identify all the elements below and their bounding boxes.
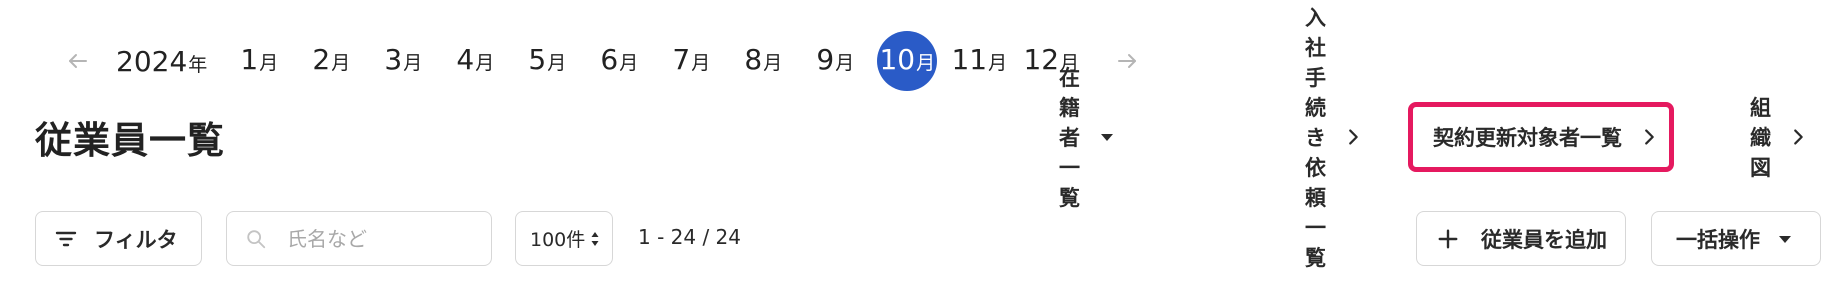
month-unit: 月 xyxy=(547,52,567,74)
month-unit: 月 xyxy=(403,52,423,74)
onboarding-requests-link[interactable]: 入社手続き依頼一覧 xyxy=(1305,6,1364,270)
month-1[interactable]: 1月 xyxy=(223,31,295,91)
month-unit: 月 xyxy=(259,52,279,74)
month-number: 7 xyxy=(672,43,691,76)
month-navigator: 2024 年 1月 2月 3月 4月 5月 6月 7月 8月 9月 10 月 11 月… xyxy=(60,31,1145,91)
contract-renewal-link[interactable]: 契約更新対象者一覧 xyxy=(1408,102,1674,172)
month-number: 4 xyxy=(456,43,475,76)
month-unit: 月 xyxy=(835,52,855,74)
month-number: 9 xyxy=(816,43,835,76)
bulk-actions-label: 一括操作 xyxy=(1676,227,1760,252)
page-title: 従業員一覧 xyxy=(35,119,225,162)
onboarding-requests-label: 入社手続き依頼一覧 xyxy=(1305,6,1326,270)
month-6[interactable]: 6月 xyxy=(583,31,655,91)
month-2[interactable]: 2月 xyxy=(295,31,367,91)
month-number: 6 xyxy=(600,43,619,76)
month-7[interactable]: 7月 xyxy=(655,31,727,91)
month-11[interactable]: 11 月 xyxy=(943,31,1015,91)
chevron-right-icon xyxy=(1342,126,1364,148)
month-number: 11 xyxy=(951,43,988,76)
filter-button[interactable]: フィルタ xyxy=(35,211,202,266)
sort-updown-icon xyxy=(591,231,599,247)
month-number: 10 xyxy=(879,43,916,76)
add-employee-label: 従業員を追加 xyxy=(1481,227,1607,252)
month-5[interactable]: 5月 xyxy=(511,31,583,91)
prev-year-button[interactable] xyxy=(60,43,96,79)
plus-icon xyxy=(1438,229,1458,248)
roster-dropdown-label: 在籍者一覧 xyxy=(1059,66,1080,210)
caret-down-icon xyxy=(1100,132,1114,142)
arrow-right-icon xyxy=(1118,54,1137,68)
month-unit: 月 xyxy=(988,52,1008,74)
contract-renewal-label: 契約更新対象者一覧 xyxy=(1433,126,1622,150)
search-field[interactable] xyxy=(226,211,492,266)
month-8[interactable]: 8月 xyxy=(727,31,799,91)
month-unit: 月 xyxy=(763,52,783,74)
month-unit: 月 xyxy=(691,52,711,74)
caret-down-icon xyxy=(1778,234,1792,244)
chevron-right-icon xyxy=(1787,126,1809,148)
add-employee-button[interactable]: 従業員を追加 xyxy=(1416,211,1626,266)
month-unit: 月 xyxy=(619,52,639,74)
month-number: 5 xyxy=(528,43,547,76)
next-year-button[interactable] xyxy=(1109,43,1145,79)
month-4[interactable]: 4月 xyxy=(439,31,511,91)
month-number: 8 xyxy=(744,43,763,76)
month-unit: 月 xyxy=(916,52,936,74)
month-3[interactable]: 3月 xyxy=(367,31,439,91)
month-unit: 月 xyxy=(331,52,351,74)
year-number: 2024 xyxy=(116,44,188,78)
filter-icon xyxy=(55,231,77,246)
roster-dropdown[interactable]: 在籍者一覧 xyxy=(1059,66,1114,210)
month-number: 2 xyxy=(312,43,331,76)
bulk-actions-dropdown[interactable]: 一括操作 xyxy=(1651,211,1821,266)
arrow-left-icon xyxy=(69,54,87,68)
search-icon xyxy=(247,229,266,248)
month-number: 12 xyxy=(1023,43,1060,76)
pagination-range: 1 - 24 / 24 xyxy=(638,225,742,249)
org-chart-link[interactable]: 組織図 xyxy=(1750,96,1809,180)
month-list: 1月 2月 3月 4月 5月 6月 7月 8月 9月 10 月 11 月 12 月 xyxy=(223,31,1087,91)
chevron-right-icon xyxy=(1638,126,1660,148)
org-chart-label: 組織図 xyxy=(1750,96,1771,180)
month-10-selected[interactable]: 10 月 xyxy=(877,31,938,91)
month-number: 3 xyxy=(384,43,403,76)
per-page-value: 100件 xyxy=(530,229,586,251)
per-page-select[interactable]: 100件 xyxy=(515,211,613,266)
month-9[interactable]: 9月 xyxy=(799,31,871,91)
month-unit: 月 xyxy=(475,52,495,74)
month-number: 1 xyxy=(240,43,259,76)
year-unit: 年 xyxy=(188,53,208,76)
year-label: 2024 年 xyxy=(116,45,207,78)
filter-button-label: フィルタ xyxy=(94,227,178,252)
search-input[interactable] xyxy=(287,226,467,251)
